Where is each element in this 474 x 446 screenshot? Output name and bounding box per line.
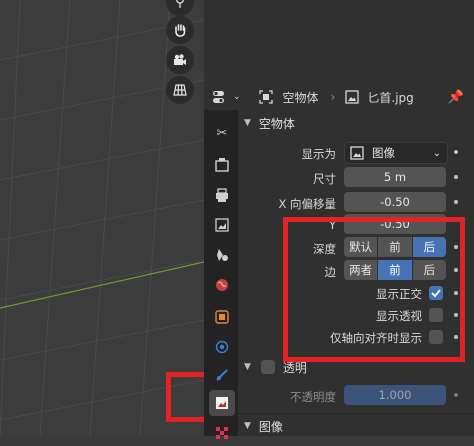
offset-x-label: X 向偏移量 — [278, 197, 336, 211]
chevron-down-icon: ▼ — [244, 421, 251, 431]
tab-object[interactable] — [209, 304, 235, 330]
display-as-label: 显示为 — [301, 147, 337, 161]
display-as-dropdown[interactable]: 图像 ⌄ — [344, 142, 448, 164]
tab-world[interactable] — [209, 272, 235, 298]
properties-panel: ▼ 空物体 显示为 图像 ⌄ 尺寸 5 m X 向偏移量 -0.50 Y -0.… — [238, 110, 474, 436]
properties-tabs: ✂ — [204, 110, 238, 439]
tab-tool[interactable]: ✂ — [209, 120, 235, 146]
chevron-down-icon: ▼ — [244, 118, 251, 128]
data-name: 匕首.jpg — [367, 90, 414, 105]
object-icon — [215, 310, 229, 324]
pin-icon[interactable]: 📌 — [448, 90, 464, 105]
size-field[interactable]: 5 m — [344, 167, 446, 187]
tab-view-layer[interactable] — [209, 212, 235, 238]
printer-icon — [216, 188, 228, 202]
section-divider — [238, 413, 474, 414]
world-icon — [216, 279, 228, 291]
tab-render[interactable] — [209, 152, 235, 178]
chevron-down-icon: ⌄ — [432, 147, 441, 159]
render-camera-icon — [215, 158, 229, 172]
image-icon — [350, 146, 364, 160]
properties-header: ⌄ 空物体 › 匕首.jpg 📌 — [204, 84, 474, 111]
offset-x-field[interactable]: -0.50 — [344, 192, 446, 212]
tab-texture[interactable] — [209, 420, 235, 446]
object-name-button[interactable]: 空物体 — [258, 89, 319, 106]
image-icon — [345, 90, 360, 104]
opacity-field[interactable]: 1.000 — [344, 385, 446, 405]
properties-editor-icon — [213, 91, 224, 103]
hand-icon — [175, 24, 186, 37]
keyframe-dot[interactable] — [454, 150, 458, 154]
highlight-box-tab — [166, 372, 204, 422]
tab-physics[interactable] — [209, 334, 235, 360]
size-label: 尺寸 — [313, 172, 336, 186]
camera-tool[interactable] — [166, 46, 194, 74]
display-as-value: 图像 — [372, 146, 395, 160]
editor-type-menu[interactable]: ⌄ — [212, 90, 241, 104]
breadcrumb-separator-icon: › — [330, 90, 336, 104]
tab-scene[interactable] — [209, 242, 235, 268]
object-name: 空物体 — [282, 90, 319, 105]
chevron-down-icon: ▼ — [244, 362, 251, 372]
scene-icon — [217, 249, 228, 261]
chevron-down-icon: ⌄ — [233, 92, 241, 102]
opacity-label: 不透明度 — [290, 390, 336, 404]
image-data-icon — [216, 397, 228, 409]
checker-icon — [216, 427, 228, 439]
viewport-right-area — [204, 0, 474, 84]
section-image-title: 图像 — [258, 419, 283, 434]
highlight-box-settings — [283, 217, 465, 362]
magnifier-icon: ⚲ — [174, 0, 186, 10]
keyframe-dot[interactable] — [454, 200, 458, 204]
keyframe-dot[interactable] — [454, 175, 458, 179]
3d-viewport[interactable]: ⚲ — [0, 0, 204, 436]
section-empty-header[interactable]: ▼ 空物体 — [244, 114, 295, 132]
view-layer-icon — [215, 218, 229, 232]
wrench-screwdriver-icon: ✂ — [216, 125, 228, 141]
section-image-header[interactable]: ▼ 图像 — [244, 417, 283, 435]
tab-output[interactable] — [209, 182, 235, 208]
pan-tool[interactable] — [166, 16, 194, 44]
data-name-button[interactable]: 匕首.jpg — [345, 89, 414, 106]
keyframe-dot[interactable] — [454, 393, 458, 397]
transparency-checkbox[interactable] — [260, 360, 275, 374]
section-empty-title: 空物体 — [258, 116, 295, 131]
constraint-icon — [216, 369, 228, 381]
empty-object-icon — [258, 90, 273, 104]
x-axis-line — [0, 261, 204, 309]
tab-object-data[interactable] — [209, 390, 235, 416]
grid-icon — [173, 84, 187, 96]
physics-icon — [215, 340, 229, 354]
ortho-toggle[interactable] — [166, 76, 194, 104]
camera-icon — [174, 54, 186, 65]
tab-constraints[interactable] — [209, 362, 235, 388]
